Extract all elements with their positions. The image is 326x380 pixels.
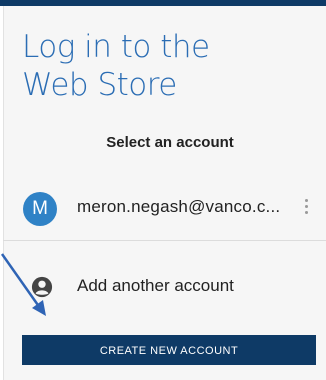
create-new-account-button[interactable]: CREATE NEW ACCOUNT [22,335,316,365]
avatar: M [23,192,57,226]
account-row[interactable]: M meron.negash@vanco.c... [3,180,326,241]
add-another-account-label: Add another account [77,276,234,295]
select-account-heading: Select an account [106,134,234,151]
page-title-line-2: Web Store [22,67,177,103]
arrow-icon [0,253,46,316]
account-email: meron.negash@vanco.c... [77,197,281,216]
page-title-line-1: Log in to the [22,29,210,65]
page-title: Log in to the Web Store [22,28,312,104]
more-vert-icon[interactable] [305,199,309,219]
